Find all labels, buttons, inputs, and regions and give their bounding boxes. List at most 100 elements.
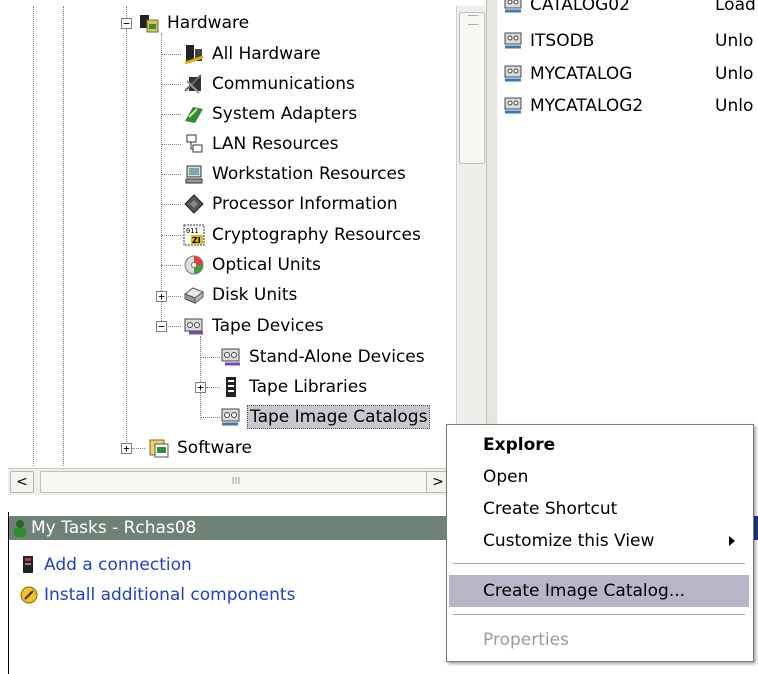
tree-item-tape-libraries[interactable]: Tape Libraries xyxy=(220,372,369,402)
lan-resources-icon xyxy=(183,133,205,155)
tree-connector xyxy=(33,6,34,466)
collapse-hardware-toggle[interactable]: − xyxy=(121,18,132,29)
tape-image-catalog-icon xyxy=(220,406,242,428)
catalog-status: Unlo xyxy=(715,31,754,51)
tree-item-tape-image-catalogs[interactable]: Tape Image Catalogs xyxy=(220,402,431,432)
expand-tape-libraries-toggle[interactable]: + xyxy=(195,382,206,393)
system-adapters-icon xyxy=(183,103,205,125)
processor-icon xyxy=(183,193,205,215)
menu-separator xyxy=(453,614,745,615)
tree-connector xyxy=(168,326,181,327)
submenu-arrow-icon xyxy=(729,536,735,546)
tree-item-label: Workstation Resources xyxy=(212,164,406,184)
expand-disk-units-toggle[interactable]: + xyxy=(156,291,167,302)
tree-connector xyxy=(161,174,181,175)
tree-item-communications[interactable]: Communications xyxy=(183,69,357,99)
catalog-icon xyxy=(503,30,525,52)
tree-item-label: Tape Libraries xyxy=(249,377,368,397)
tree-connector xyxy=(161,144,181,145)
menu-item-explore[interactable]: Explore xyxy=(449,429,749,461)
tree-item-software[interactable]: Software xyxy=(148,433,254,463)
tree-connector xyxy=(161,265,181,266)
catalog-name: MYCATALOG xyxy=(530,64,633,84)
tree-connector xyxy=(161,114,181,115)
workstation-resources-icon xyxy=(183,163,205,185)
tree-item-processor-information[interactable]: Processor Information xyxy=(183,189,400,219)
tape-library-icon xyxy=(220,376,242,398)
catalog-status: Load xyxy=(715,0,756,15)
tree-connector xyxy=(168,296,181,297)
tree-item-label: Stand-Alone Devices xyxy=(249,347,425,367)
navigation-tree: − + − + + Hardware All Hardware Communic… xyxy=(8,6,456,466)
tree-item-cryptography-resources[interactable]: 011 ZI Cryptography Resources xyxy=(183,220,423,250)
tree-item-tape-devices[interactable]: Tape Devices xyxy=(183,311,326,341)
optical-disc-icon xyxy=(183,254,205,276)
menu-item-create-shortcut[interactable]: Create Shortcut xyxy=(449,493,749,525)
tree-connector xyxy=(200,417,220,418)
user-icon xyxy=(11,519,29,537)
scroll-thumb[interactable] xyxy=(459,12,485,164)
tree-connector xyxy=(200,357,220,358)
tree-connector xyxy=(63,6,64,466)
scroll-thumb[interactable]: III xyxy=(40,471,432,493)
menu-item-customize-view[interactable]: Customize this View xyxy=(449,525,749,557)
list-item[interactable]: ITSODB Unlo xyxy=(503,26,753,56)
catalog-icon xyxy=(503,63,525,85)
tree-item-optical-units[interactable]: Optical Units xyxy=(183,250,323,280)
expand-software-toggle[interactable]: + xyxy=(121,443,132,454)
scroll-left-button[interactable]: < xyxy=(10,471,34,493)
software-icon xyxy=(148,437,170,459)
tree-connector xyxy=(206,387,220,388)
tree-item-label: Hardware xyxy=(167,13,250,33)
menu-item-properties[interactable]: Properties xyxy=(449,624,749,656)
tree-item-label: Tape Image Catalogs xyxy=(247,405,431,429)
disk-units-icon xyxy=(183,284,205,306)
tree-item-label: Tape Devices xyxy=(212,316,324,336)
tree-item-disk-units[interactable]: Disk Units xyxy=(183,280,299,310)
scroll-grip: III xyxy=(231,476,241,487)
tree-item-workstation-resources[interactable]: Workstation Resources xyxy=(183,159,408,189)
menu-item-label: Customize this View xyxy=(483,531,655,551)
list-item[interactable]: MYCATALOG2 Unlo xyxy=(503,91,753,121)
add-connection-label: Add a connection xyxy=(44,555,192,575)
catalog-status: Unlo xyxy=(715,96,754,116)
tree-item-stand-alone-devices[interactable]: Stand-Alone Devices xyxy=(220,342,427,372)
svg-text:ZI: ZI xyxy=(192,236,201,245)
tree-vertical-scrollbar[interactable] xyxy=(456,6,487,466)
svg-text:011: 011 xyxy=(186,227,199,235)
tree-item-label: Cryptography Resources xyxy=(212,225,421,245)
tree-item-lan-resources[interactable]: LAN Resources xyxy=(183,129,340,159)
tree-connector xyxy=(161,33,162,323)
tree-item-label: Software xyxy=(177,438,252,458)
menu-item-label: Create Shortcut xyxy=(483,499,618,519)
catalog-icon xyxy=(503,95,525,117)
tree-connector xyxy=(200,336,201,420)
tree-horizontal-scrollbar[interactable]: < III > xyxy=(8,468,486,495)
tree-item-label: Disk Units xyxy=(212,285,298,305)
add-connection-link[interactable]: Add a connection xyxy=(19,552,192,578)
menu-item-create-image-catalog[interactable]: Create Image Catalog... xyxy=(449,575,749,607)
menu-item-label: Open xyxy=(483,467,529,487)
tree-item-label: Communications xyxy=(212,74,355,94)
menu-separator xyxy=(453,563,745,564)
collapse-tape-devices-toggle[interactable]: − xyxy=(156,321,167,332)
tree-item-label: All Hardware xyxy=(212,44,321,64)
catalog-name: CATALOG02 xyxy=(530,0,630,15)
list-item[interactable]: CATALOG02 Load xyxy=(503,0,756,20)
menu-item-open[interactable]: Open xyxy=(449,461,749,493)
tree-item-label: LAN Resources xyxy=(212,134,339,154)
install-components-label: Install additional components xyxy=(44,585,296,605)
list-item[interactable]: MYCATALOG Unlo xyxy=(503,59,753,89)
install-components-link[interactable]: Install additional components xyxy=(19,582,295,608)
tree-item-label: Processor Information xyxy=(212,194,398,214)
menu-item-label: Explore xyxy=(483,435,556,455)
catalog-list: CATALOG02 Load ITSODB Unlo MYCATALOG Unl… xyxy=(497,0,758,468)
tree-item-system-adapters[interactable]: System Adapters xyxy=(183,99,359,129)
tree-connector xyxy=(161,84,181,85)
tree-item-all-hardware[interactable]: All Hardware xyxy=(183,39,323,69)
tree-connector xyxy=(161,54,181,55)
tree-item-label: System Adapters xyxy=(212,104,358,124)
catalog-name: ITSODB xyxy=(530,31,595,51)
catalog-icon xyxy=(503,0,525,16)
tree-item-hardware[interactable]: Hardware xyxy=(138,8,251,38)
